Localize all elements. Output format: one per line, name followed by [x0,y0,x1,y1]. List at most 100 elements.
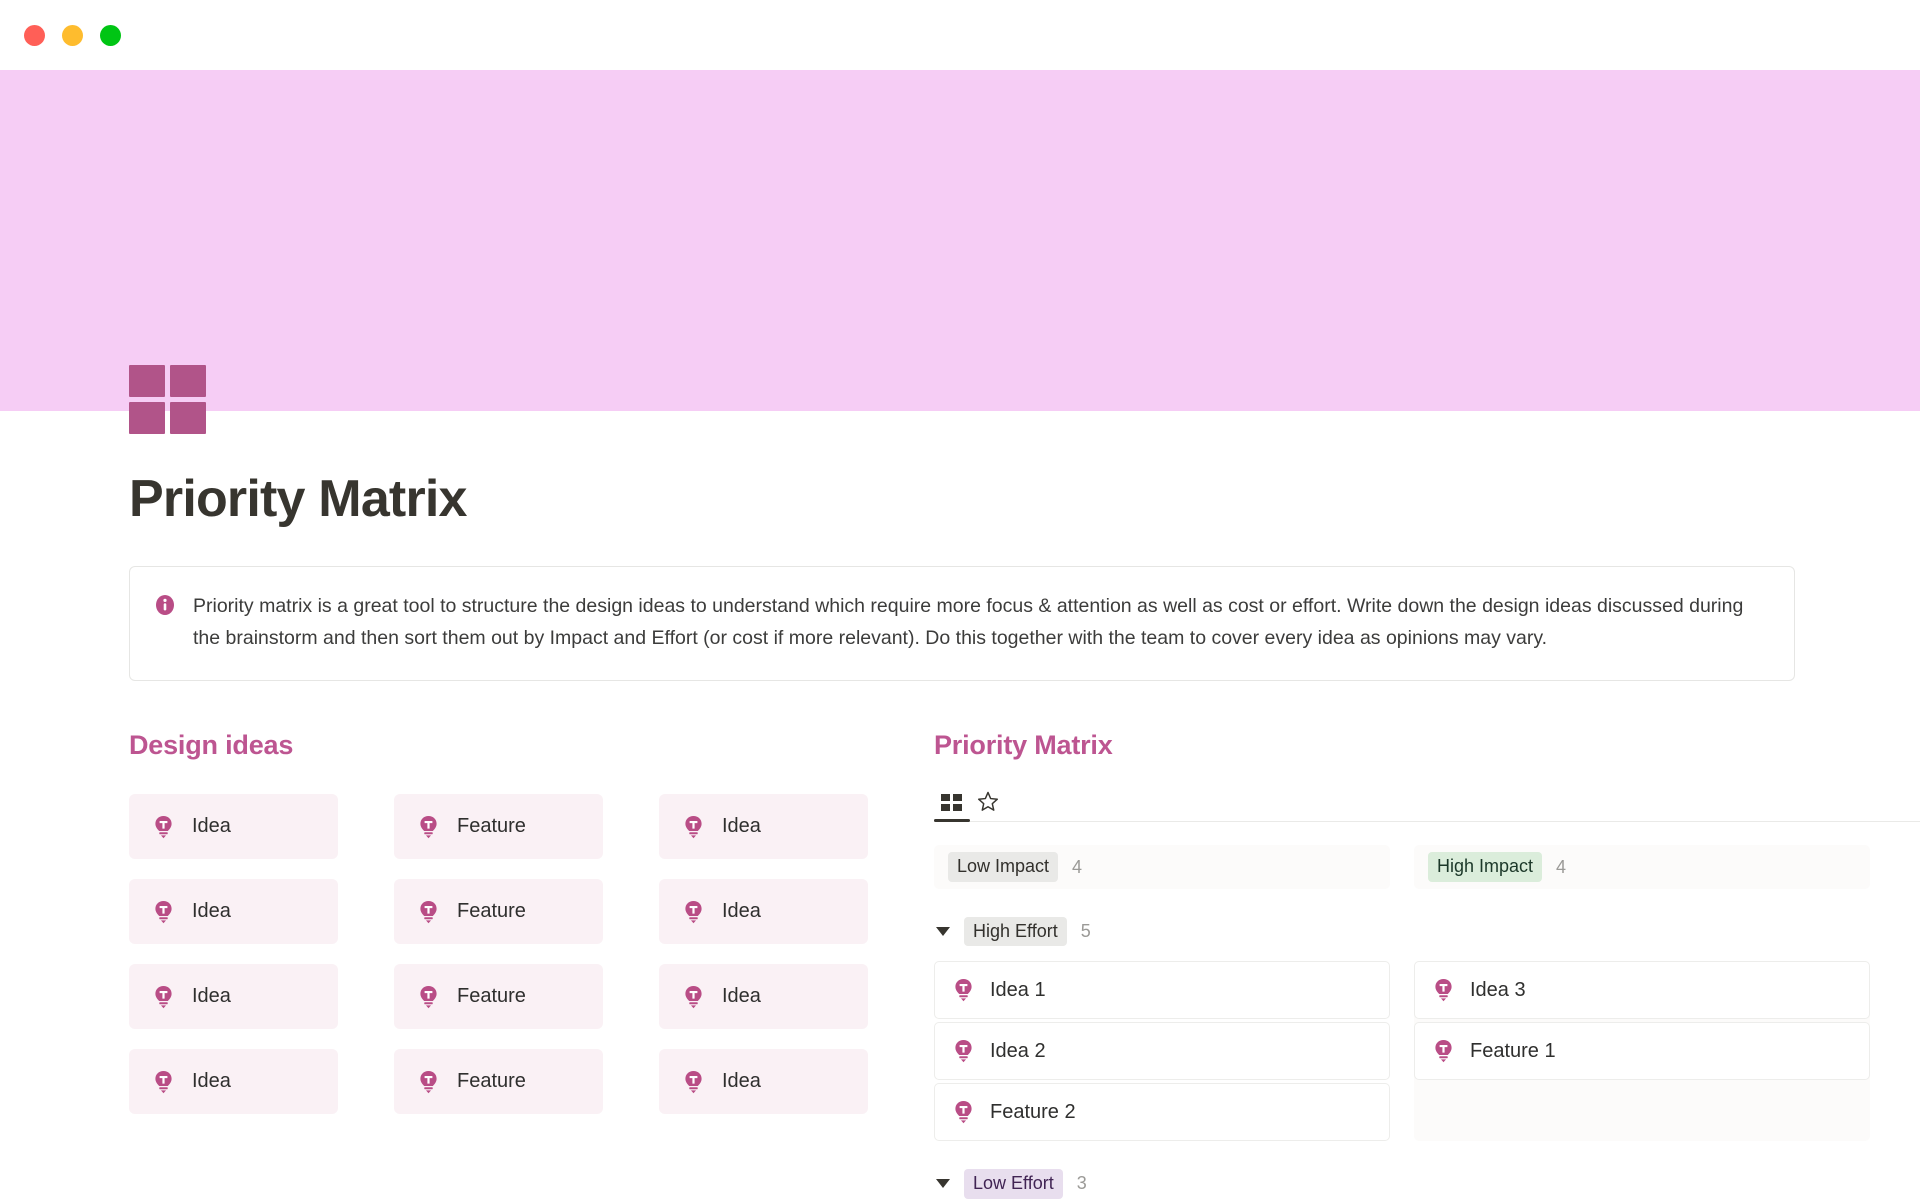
group-label-chip[interactable]: Low Effort [964,1169,1063,1199]
column-label-chip[interactable]: High Impact [1428,852,1543,882]
board-group: High Effort 5 Idea 1 Idea 2 Feature 2 Idea 3 F… [934,917,1920,1142]
matrix-card-label: Feature 2 [990,1100,1076,1123]
star-icon [977,791,999,812]
design-idea-label: Idea [192,985,231,1007]
board-group: Low Effort 3 [934,1169,1920,1200]
content-columns: Design ideas Idea Feature Idea Idea Feature I… [129,730,1920,1200]
board-column-header: High Impact 4 [1414,845,1870,889]
lightbulb-icon [153,900,174,924]
logo-square-4 [170,402,206,434]
lightbulb-icon [153,985,174,1009]
priority-matrix-board: Low Impact 4 High Impact 4 High Effort 5 Idea… [934,845,1920,1200]
design-ideas-grid: Idea Feature Idea Idea Feature Idea Idea Featur… [129,794,934,1114]
design-idea-card[interactable]: Feature [394,1049,603,1114]
board-groups: High Effort 5 Idea 1 Idea 2 Feature 2 Idea 3 F… [934,917,1920,1200]
design-idea-card[interactable]: Idea [129,964,338,1029]
page-cover-banner [0,70,1920,411]
board-group-body: Idea 1 Idea 2 Feature 2 Idea 3 Feature 1 [934,961,1920,1142]
column-count: 4 [1072,856,1083,877]
lightbulb-icon [418,815,439,839]
design-ideas-section: Design ideas Idea Feature Idea Idea Feature I… [129,730,934,1200]
tab-grid-view[interactable] [934,794,970,822]
design-idea-card[interactable]: Feature [394,879,603,944]
logo-square-1 [129,365,165,397]
board-view-tabs [934,791,1920,822]
lightbulb-icon [153,815,174,839]
grid-logo-icon [129,365,206,434]
matrix-card[interactable]: Idea 1 [934,961,1390,1020]
lightbulb-icon [683,815,704,839]
matrix-card[interactable]: Feature 1 [1414,1022,1870,1081]
design-idea-label: Feature [457,900,526,922]
close-window-button[interactable] [24,24,45,46]
matrix-card-label: Idea 3 [1470,978,1526,1001]
design-idea-label: Idea [722,900,761,922]
design-idea-label: Feature [457,815,526,837]
lightbulb-icon [953,1100,974,1124]
minimize-window-button[interactable] [62,24,83,46]
traffic-lights [24,24,121,46]
matrix-card-label: Idea 1 [990,978,1046,1001]
logo-square-2 [170,365,206,397]
lightbulb-icon [1433,978,1454,1002]
matrix-card[interactable]: Feature 2 [934,1083,1390,1142]
maximize-window-button[interactable] [100,24,121,46]
design-idea-card[interactable]: Feature [394,794,603,859]
lightbulb-icon [683,1070,704,1094]
design-idea-label: Idea [722,985,761,1007]
design-ideas-title: Design ideas [129,730,294,760]
info-icon [154,594,176,616]
page-title: Priority Matrix [129,470,467,528]
lightbulb-icon [683,900,704,924]
design-idea-label: Idea [722,815,761,837]
group-count: 5 [1080,921,1091,942]
design-idea-card[interactable]: Idea [659,964,868,1029]
design-idea-card[interactable]: Idea [129,1049,338,1114]
design-idea-card[interactable]: Idea [129,879,338,944]
info-callout-text: Priority matrix is a great tool to struc… [193,595,1744,649]
lightbulb-icon [418,900,439,924]
design-idea-card[interactable]: Idea [659,794,868,859]
chevron-down-icon[interactable] [936,1179,950,1189]
lightbulb-icon [1433,1039,1454,1063]
lightbulb-icon [153,1070,174,1094]
design-idea-card[interactable]: Idea [659,1049,868,1114]
matrix-card-label: Feature 1 [1470,1039,1556,1062]
board-cell[interactable]: Idea 1 Idea 2 Feature 2 [934,961,1390,1142]
priority-matrix-section: Priority Matrix Low Impact 4 High Impact… [934,730,1920,1200]
chevron-down-icon[interactable] [936,927,950,937]
lightbulb-icon [953,978,974,1002]
lightbulb-icon [418,985,439,1009]
group-label-chip[interactable]: High Effort [964,917,1067,947]
page-content: Priority Matrix Priority matrix is a gre… [0,365,1920,1200]
board-cell[interactable]: Idea 3 Feature 1 [1414,961,1870,1142]
design-idea-card[interactable]: Idea [129,794,338,859]
grid-view-icon [941,794,963,812]
group-count: 3 [1076,1173,1087,1194]
board-column-header: Low Impact 4 [934,845,1390,889]
matrix-card[interactable]: Idea 2 [934,1022,1390,1081]
design-idea-label: Feature [457,1070,526,1092]
design-idea-label: Idea [192,1070,231,1092]
design-idea-card[interactable]: Idea [659,879,868,944]
window-title-bar [0,0,1920,70]
board-group-header: High Effort 5 [934,917,1920,947]
matrix-card[interactable]: Idea 3 [1414,961,1870,1020]
board-group-header: Low Effort 3 [934,1169,1920,1199]
lightbulb-icon [418,1070,439,1094]
board-column-headers: Low Impact 4 High Impact 4 [934,845,1920,889]
design-idea-label: Idea [722,1070,761,1092]
tab-favorites-view[interactable] [970,791,1006,821]
column-label-chip[interactable]: Low Impact [948,852,1059,882]
column-count: 4 [1556,856,1567,877]
board-cell-empty-slot [1414,1083,1870,1141]
design-idea-label: Idea [192,815,231,837]
lightbulb-icon [683,985,704,1009]
matrix-card-label: Idea 2 [990,1039,1046,1062]
logo-square-3 [129,402,165,434]
design-idea-label: Idea [192,900,231,922]
design-idea-label: Feature [457,985,526,1007]
priority-matrix-title: Priority Matrix [934,730,1113,760]
lightbulb-icon [953,1039,974,1063]
design-idea-card[interactable]: Feature [394,964,603,1029]
